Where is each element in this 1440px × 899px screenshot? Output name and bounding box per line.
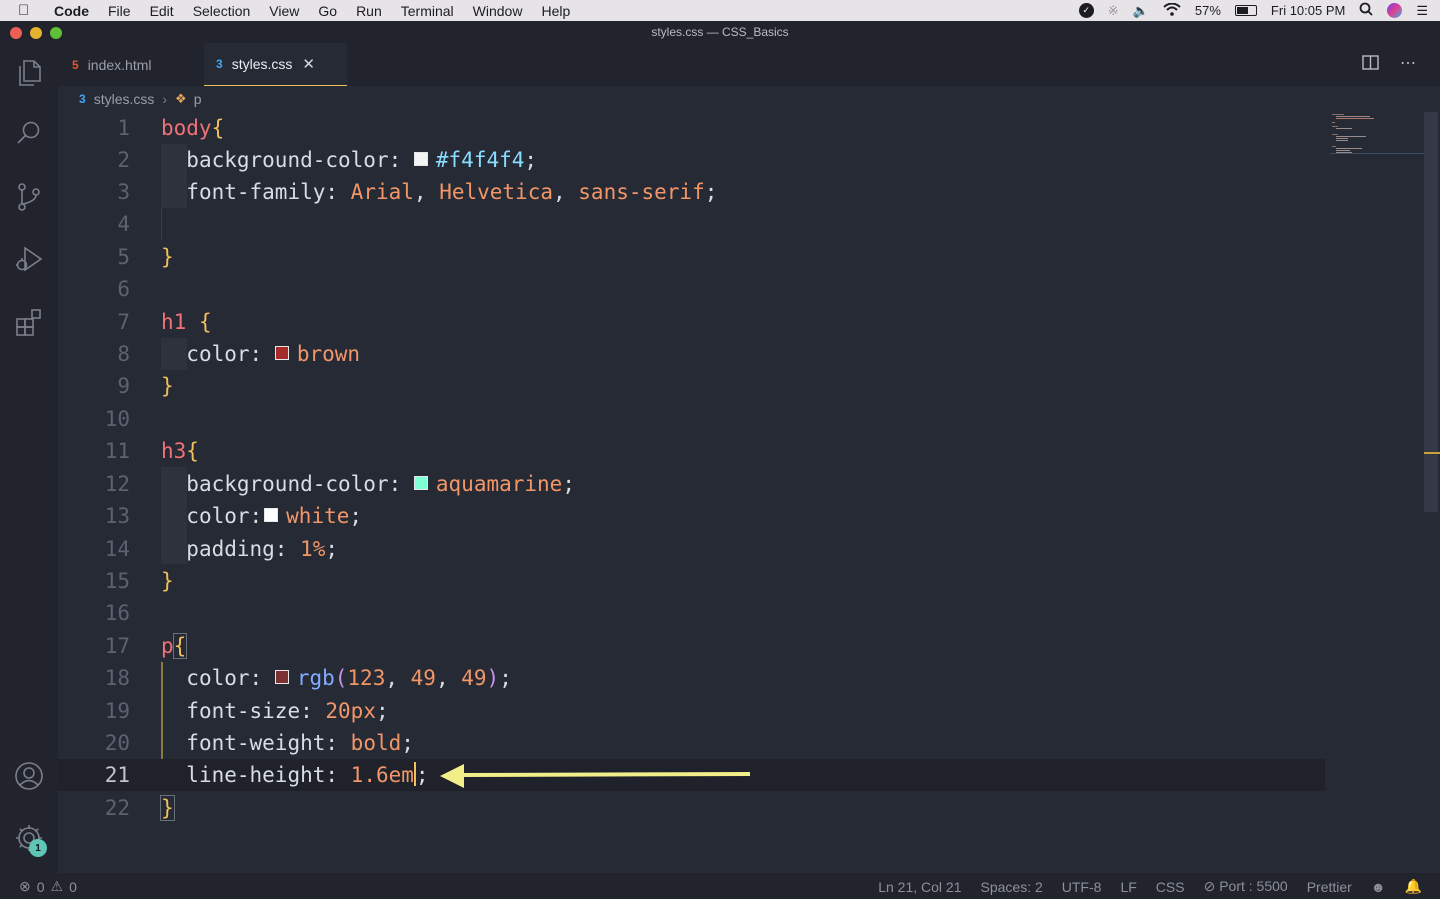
tab-label: styles.css bbox=[231, 56, 293, 72]
code-line-3: 3 font-family: Arial, Helvetica, sans-se… bbox=[117, 180, 718, 204]
code-line-5: 5} bbox=[117, 245, 174, 269]
explorer-icon[interactable] bbox=[13, 57, 45, 89]
wifi-icon[interactable] bbox=[1163, 2, 1181, 19]
menu-go[interactable]: Go bbox=[318, 3, 337, 19]
close-tab-icon[interactable]: ✕ bbox=[302, 55, 315, 73]
notifications-bell-icon[interactable]: 🔔 bbox=[1405, 878, 1422, 895]
status-check-icon[interactable]: ✓ bbox=[1078, 3, 1094, 18]
problems-indicator[interactable]: ⊗ 0 ⚠ 0 bbox=[19, 878, 77, 895]
code-line-4: 4 bbox=[117, 212, 130, 236]
menu-app-code[interactable]: Code bbox=[54, 3, 89, 19]
menu-terminal[interactable]: Terminal bbox=[401, 3, 454, 19]
volume-icon[interactable]: 🔈 bbox=[1133, 3, 1149, 19]
window-title-bar: styles.css — CSS_Basics bbox=[0, 21, 1440, 43]
code-line-1: 1 body{ bbox=[117, 116, 225, 140]
menu-run[interactable]: Run bbox=[356, 3, 382, 19]
battery-icon[interactable] bbox=[1234, 5, 1257, 16]
more-actions-icon[interactable]: ⋯ bbox=[1400, 53, 1416, 73]
battery-percent: 57% bbox=[1194, 3, 1221, 18]
split-editor-icon[interactable] bbox=[1362, 55, 1379, 75]
code-line-15: 15} bbox=[104, 569, 174, 593]
minimize-window-button[interactable] bbox=[30, 27, 42, 39]
code-line-10: 10 bbox=[104, 407, 130, 431]
siri-icon[interactable] bbox=[1387, 3, 1403, 18]
zoom-window-button[interactable] bbox=[50, 27, 62, 39]
activity-bar: 1 bbox=[0, 43, 58, 873]
code-line-14: 14 padding: 1%; bbox=[104, 537, 339, 561]
code-line-13: 13 color: white; bbox=[104, 504, 363, 528]
color-swatch[interactable] bbox=[413, 476, 428, 490]
scrollbar-cursor-marker bbox=[1424, 452, 1440, 454]
editor-tab-bar: 5 index.html 3 styles.css ✕ ⋯ bbox=[58, 43, 1440, 86]
menu-edit[interactable]: Edit bbox=[150, 3, 174, 19]
indentation[interactable]: Spaces: 2 bbox=[981, 879, 1043, 895]
extensions-icon[interactable] bbox=[13, 306, 45, 338]
code-line-20: 20 font-weight: bold; bbox=[104, 731, 414, 755]
menu-file[interactable]: File bbox=[108, 3, 131, 19]
live-server-port[interactable]: ⊘ Port : 5500 bbox=[1204, 878, 1288, 895]
run-debug-icon[interactable] bbox=[13, 243, 45, 275]
error-icon: ⊗ bbox=[19, 878, 31, 894]
tab-label: index.html bbox=[87, 56, 152, 73]
breadcrumb-file[interactable]: styles.css bbox=[94, 91, 155, 107]
breadcrumb: 3 styles.css › ❖ p bbox=[58, 86, 1440, 112]
tab-index-html[interactable]: 5 index.html bbox=[72, 43, 152, 86]
close-window-button[interactable] bbox=[10, 27, 22, 39]
language-mode[interactable]: CSS bbox=[1156, 879, 1185, 895]
code-line-12: 12 background-color: aquamarine; bbox=[104, 472, 575, 496]
accounts-icon[interactable] bbox=[13, 760, 45, 792]
macos-menu-bar:  Code File Edit Selection View Go Run T… bbox=[0, 0, 1440, 21]
search-icon[interactable] bbox=[13, 117, 45, 149]
tab-styles-css[interactable]: 3 styles.css ✕ bbox=[204, 43, 347, 86]
minimap[interactable] bbox=[1330, 112, 1424, 156]
end-of-line[interactable]: LF bbox=[1120, 879, 1136, 895]
source-control-icon[interactable] bbox=[13, 181, 45, 213]
code-line-19: 19 font-size: 20px; bbox=[104, 699, 389, 723]
color-swatch[interactable] bbox=[413, 152, 428, 166]
annotation-arrow-icon bbox=[440, 764, 751, 788]
code-editor[interactable]: 1 body{ 2 background-color: #f4f4f4; 3 fo… bbox=[58, 112, 1440, 873]
code-line-22: 22} bbox=[104, 795, 175, 821]
breadcrumb-symbol[interactable]: p bbox=[194, 91, 202, 107]
code-line-2: 2 background-color: #f4f4f4; bbox=[117, 148, 538, 172]
code-line-18: 18 color: rgb(123, 49, 49); bbox=[104, 666, 512, 690]
color-swatch[interactable] bbox=[274, 346, 289, 360]
color-swatch[interactable] bbox=[274, 670, 289, 684]
css3-icon: 3 bbox=[216, 57, 223, 71]
chevron-right-icon: › bbox=[162, 91, 168, 107]
warning-icon: ⚠ bbox=[50, 878, 64, 894]
code-line-6: 6 bbox=[117, 277, 130, 301]
code-line-9: 9} bbox=[117, 374, 174, 398]
prettier-formatter[interactable]: Prettier bbox=[1307, 879, 1352, 895]
html5-icon: 5 bbox=[72, 57, 79, 72]
color-swatch[interactable] bbox=[264, 508, 279, 522]
error-count: 0 bbox=[36, 878, 45, 895]
code-line-16: 16 bbox=[104, 601, 130, 625]
apple-logo-icon[interactable]:  bbox=[18, 2, 44, 19]
clock[interactable]: Fri 10:05 PM bbox=[1271, 3, 1345, 18]
bluetooth-icon[interactable]: ※ bbox=[1108, 3, 1119, 19]
cursor-position[interactable]: Ln 21, Col 21 bbox=[878, 879, 961, 895]
code-line-17: 17 p{ bbox=[104, 633, 188, 659]
window-title: styles.css — CSS_Basics bbox=[651, 25, 789, 39]
settings-update-badge: 1 bbox=[29, 839, 47, 857]
warning-count: 0 bbox=[69, 878, 77, 895]
status-bar: ⊗ 0 ⚠ 0 Ln 21, Col 21 Spaces: 2 UTF-8 LF… bbox=[0, 873, 1440, 899]
symbol-icon: ❖ bbox=[175, 91, 187, 106]
css3-icon: 3 bbox=[79, 92, 86, 106]
spotlight-search-icon[interactable] bbox=[1359, 2, 1373, 19]
menu-help[interactable]: Help bbox=[541, 3, 570, 19]
code-line-7: 7 h1 { bbox=[117, 310, 212, 334]
feedback-icon[interactable]: ☻ bbox=[1371, 879, 1386, 895]
encoding[interactable]: UTF-8 bbox=[1062, 879, 1102, 895]
menu-window[interactable]: Window bbox=[473, 3, 523, 19]
port-icon: ⊘ bbox=[1203, 878, 1220, 894]
code-line-11: 11 h3{ bbox=[104, 439, 199, 463]
menu-selection[interactable]: Selection bbox=[193, 3, 251, 19]
control-center-icon[interactable]: ☰ bbox=[1416, 3, 1428, 19]
menu-view[interactable]: View bbox=[269, 3, 299, 19]
code-line-8: 8 color: brown bbox=[117, 342, 361, 366]
